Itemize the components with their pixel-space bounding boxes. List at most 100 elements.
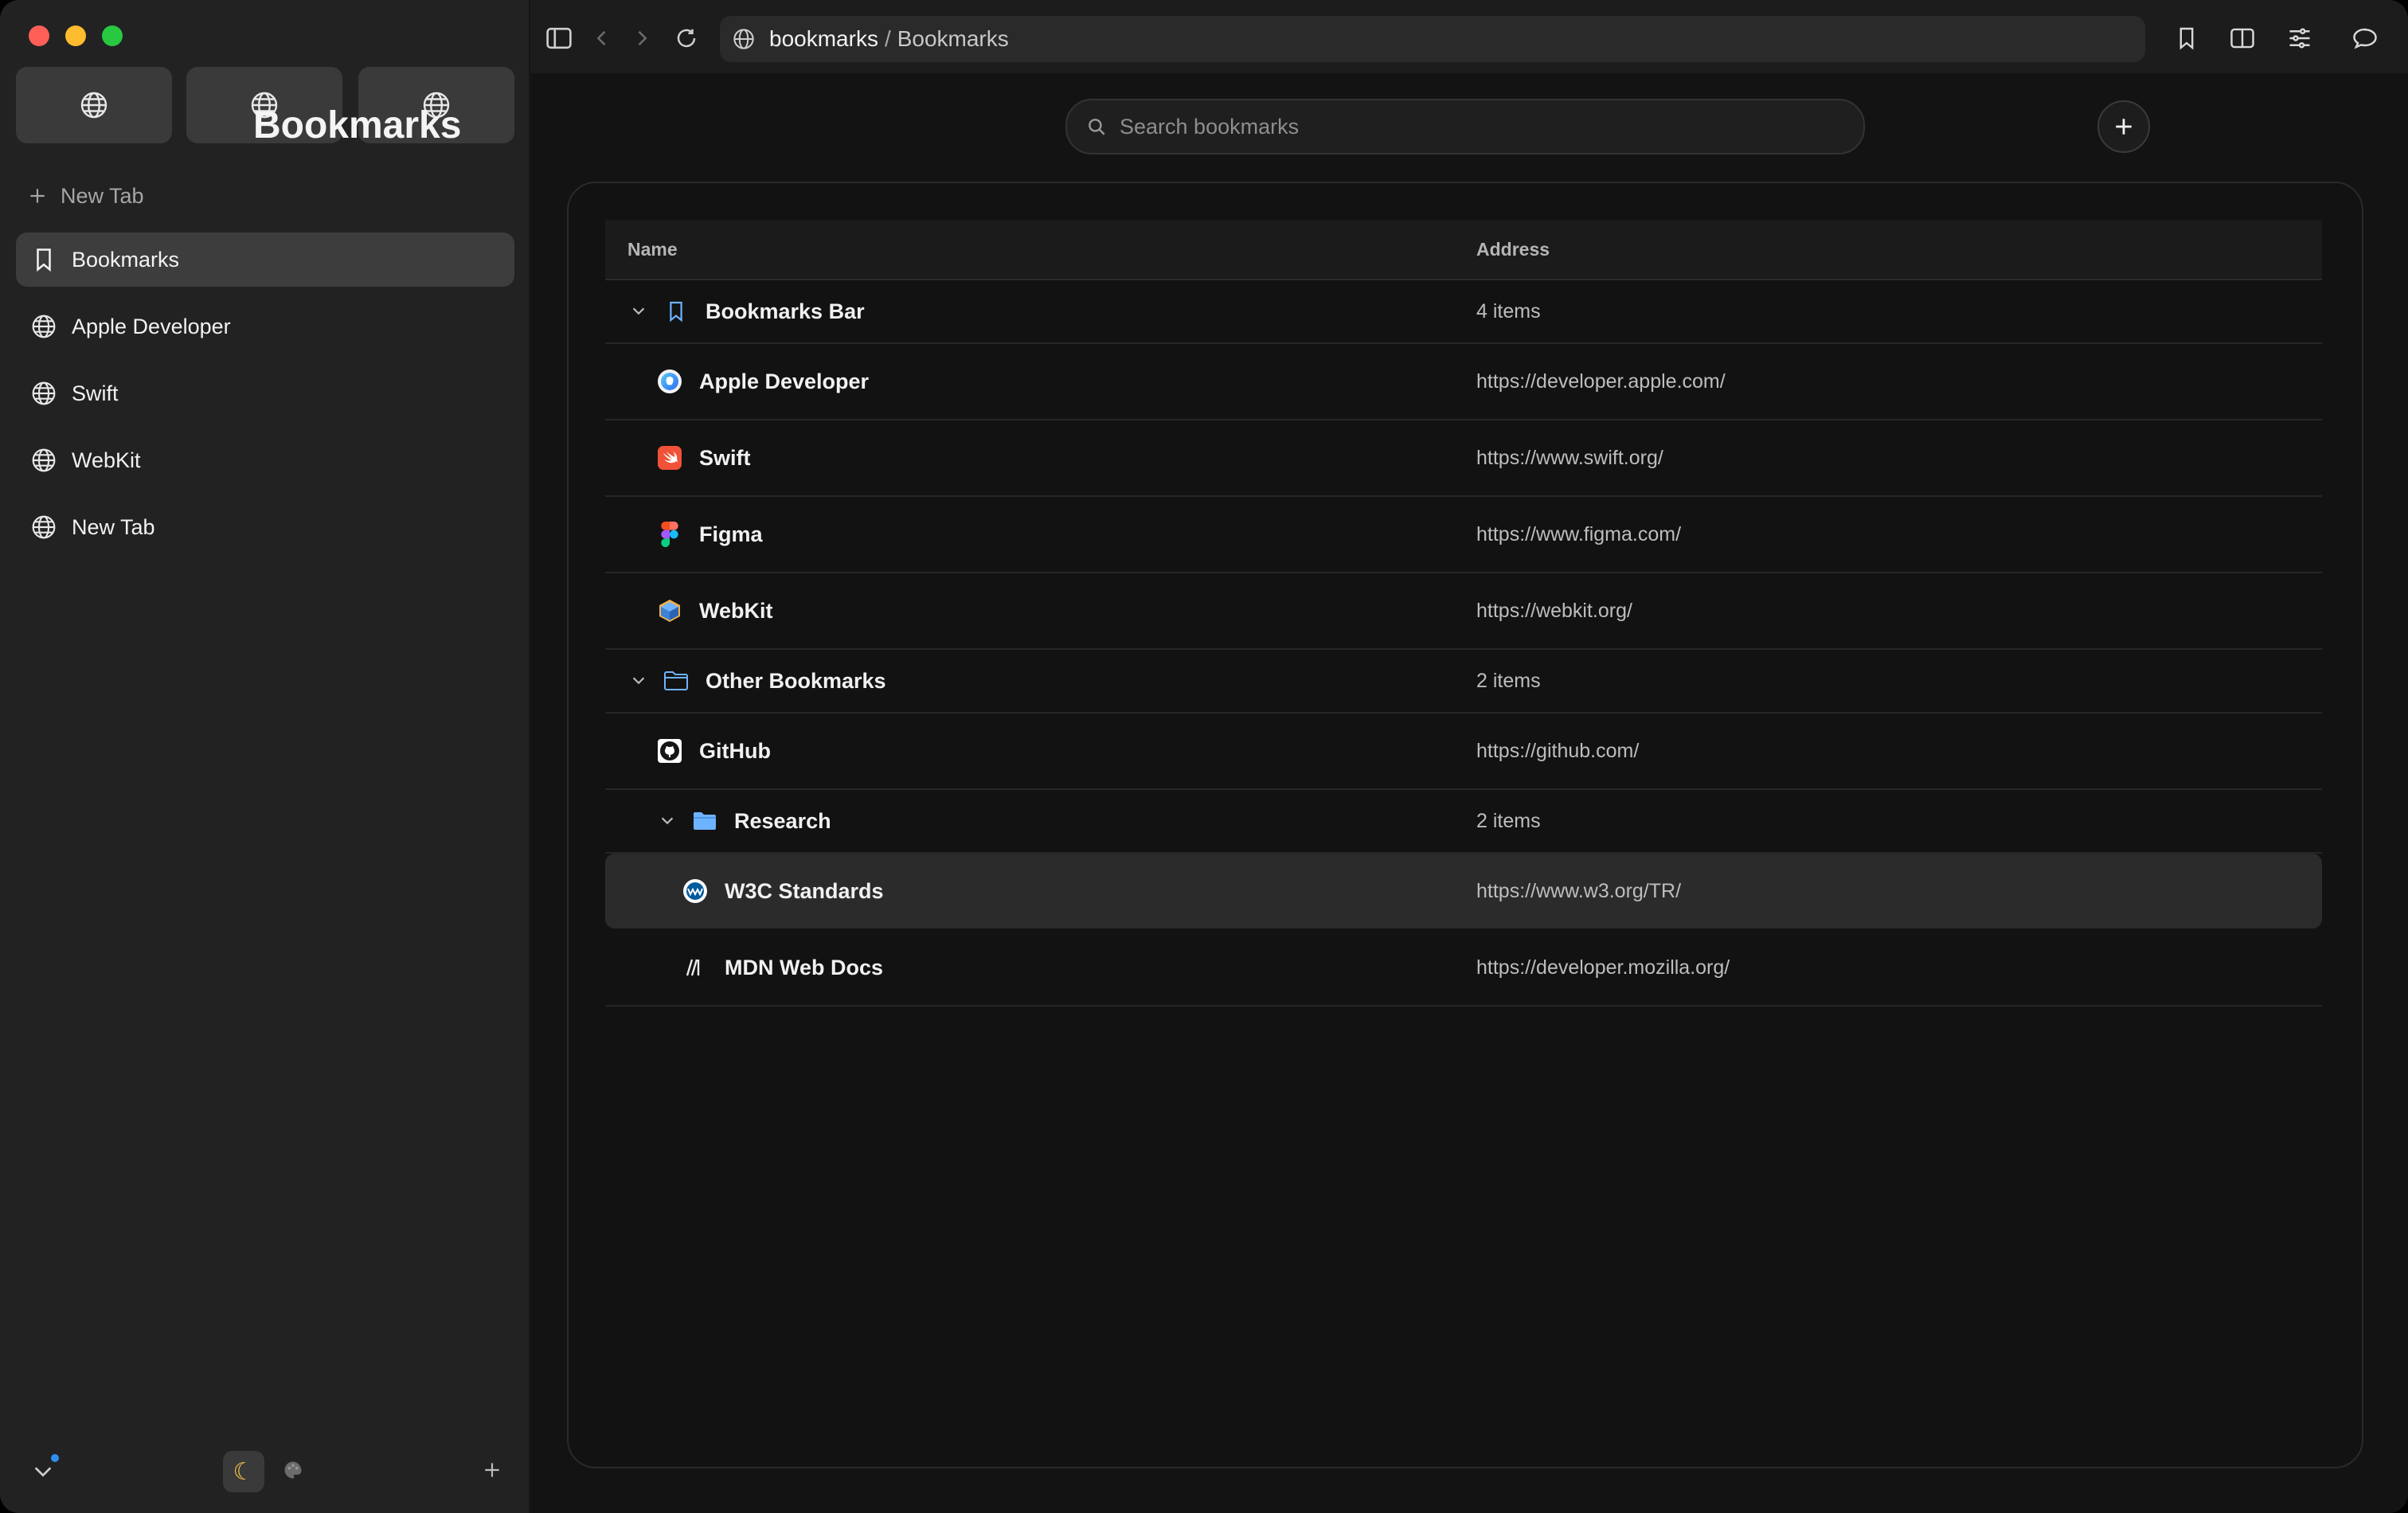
url-path: Bookmarks xyxy=(897,26,1009,51)
globe-icon xyxy=(733,28,755,50)
search-input[interactable] xyxy=(1118,113,1838,140)
split-view-icon xyxy=(2230,28,2254,49)
spaces-menu-button[interactable] xyxy=(27,1454,59,1486)
sidebar-item-label: New Tab xyxy=(72,514,155,539)
chevron-down-icon[interactable] xyxy=(629,302,648,321)
sidebar: New Tab Bookmarks Apple Developer Swift … xyxy=(0,0,529,1513)
globe-icon xyxy=(30,313,57,340)
chevron-down-icon[interactable] xyxy=(658,811,677,831)
search-bookmarks-field[interactable] xyxy=(1065,99,1865,154)
bookmark-name: Other Bookmarks xyxy=(706,668,886,693)
palette-icon xyxy=(284,1461,302,1479)
webkit-icon xyxy=(656,597,683,624)
sliders-icon xyxy=(2289,28,2310,49)
bookmark-address: https://www.figma.com/ xyxy=(1476,522,1682,545)
plus-icon xyxy=(485,1463,499,1477)
palette-button[interactable] xyxy=(277,1454,309,1486)
globe-icon xyxy=(30,447,57,474)
swift-icon xyxy=(656,444,683,471)
chat-bubble-icon xyxy=(2353,28,2377,49)
chevron-down-icon[interactable] xyxy=(629,671,648,690)
bookmark-name: GitHub xyxy=(699,738,771,763)
folder-filled-icon xyxy=(691,807,718,835)
add-bookmark-button[interactable] xyxy=(2097,100,2150,153)
bookmark-row-webkit[interactable]: WebKit https://webkit.org/ xyxy=(605,573,2322,650)
bookmark-address: https://developer.mozilla.org/ xyxy=(1476,956,1730,979)
sidebar-icon xyxy=(546,27,572,49)
bookmark-row-w3c-standards[interactable]: W3C Standards https://www.w3.org/TR/ xyxy=(605,854,2322,929)
page-title: Bookmarks xyxy=(253,104,462,147)
bookmark-name: Figma xyxy=(699,522,763,546)
bookmark-name: Research xyxy=(734,808,831,833)
reload-button[interactable] xyxy=(672,24,701,53)
new-tab-button[interactable]: New Tab xyxy=(27,180,144,212)
zoom-window-button[interactable] xyxy=(102,25,123,46)
url-host: bookmarks xyxy=(769,26,878,51)
bookmark-name: WebKit xyxy=(699,598,773,623)
toolbar: bookmarks / Bookmarks xyxy=(530,0,2408,73)
bookmark-name: Bookmarks Bar xyxy=(706,299,865,323)
bookmark-row-apple-developer[interactable]: Apple Developer https://developer.apple.… xyxy=(605,344,2322,420)
globe-icon xyxy=(80,92,108,119)
folder-row-other-bookmarks[interactable]: Other Bookmarks 2 items xyxy=(605,650,2322,713)
settings-sliders-button[interactable] xyxy=(2285,24,2314,53)
sidebar-item-new-tab[interactable]: New Tab xyxy=(16,500,514,554)
moon-icon: ☾ xyxy=(233,1458,255,1485)
toggle-sidebar-button[interactable] xyxy=(545,24,573,53)
sidebar-item-apple-developer[interactable]: Apple Developer xyxy=(16,299,514,354)
bookmark-address: https://www.swift.org/ xyxy=(1476,446,1663,469)
notification-dot xyxy=(51,1454,59,1462)
sidebar-item-label: Swift xyxy=(72,381,119,405)
minimize-window-button[interactable] xyxy=(65,25,86,46)
search-icon xyxy=(1086,116,1107,137)
sidebar-item-swift[interactable]: Swift xyxy=(16,366,514,420)
figma-icon xyxy=(656,521,683,548)
bookmark-row-swift[interactable]: Swift https://www.swift.org/ xyxy=(605,420,2322,497)
folder-row-bookmarks-bar[interactable]: Bookmarks Bar 4 items xyxy=(605,280,2322,344)
pinned-tab-1[interactable] xyxy=(16,67,172,143)
folder-item-count: 2 items xyxy=(1476,669,1541,692)
close-window-button[interactable] xyxy=(29,25,49,46)
url-separator: / xyxy=(884,26,891,51)
chevron-left-icon xyxy=(596,30,606,46)
split-view-button[interactable] xyxy=(2228,24,2257,53)
sidebar-item-webkit[interactable]: WebKit xyxy=(16,433,514,487)
table-header: Name Address xyxy=(605,220,2322,280)
plus-icon xyxy=(2116,119,2132,135)
w3c-icon xyxy=(682,878,709,905)
bookmark-address: https://developer.apple.com/ xyxy=(1476,369,1726,393)
bookmark-icon xyxy=(30,246,57,273)
bookmark-name: MDN Web Docs xyxy=(725,955,884,979)
bookmark-row-figma[interactable]: Figma https://www.figma.com/ xyxy=(605,497,2322,573)
forward-button[interactable] xyxy=(627,24,656,53)
folder-row-research[interactable]: Research 2 items xyxy=(605,790,2322,854)
globe-icon xyxy=(30,514,57,541)
bookmark-outline-icon xyxy=(663,298,690,325)
address-bar[interactable]: bookmarks / Bookmarks xyxy=(720,16,2145,62)
folder-item-count: 2 items xyxy=(1476,809,1541,832)
bookmark-name: W3C Standards xyxy=(725,878,884,903)
plus-icon xyxy=(30,189,45,203)
apple-developer-icon xyxy=(656,368,683,395)
theme-toggle-button[interactable]: ☾ xyxy=(223,1451,264,1492)
sidebar-item-label: Bookmarks xyxy=(72,247,180,272)
bookmark-page-button[interactable] xyxy=(2172,24,2201,53)
folder-item-count: 4 items xyxy=(1476,299,1541,323)
folder-outline-icon xyxy=(663,667,690,694)
chevron-right-icon xyxy=(638,30,647,46)
bookmark-address: https://webkit.org/ xyxy=(1476,599,1632,622)
sidebar-item-bookmarks[interactable]: Bookmarks xyxy=(16,233,514,287)
bookmark-icon xyxy=(2179,27,2194,50)
bookmark-row-github[interactable]: GitHub https://github.com/ xyxy=(605,713,2322,790)
column-header-address[interactable]: Address xyxy=(1476,239,1550,260)
bookmark-name: Apple Developer xyxy=(699,369,870,393)
chat-button[interactable] xyxy=(2351,24,2379,53)
column-header-name[interactable]: Name xyxy=(627,239,678,260)
globe-icon xyxy=(30,380,57,407)
bookmark-name: Swift xyxy=(699,445,751,470)
add-space-button[interactable] xyxy=(476,1454,508,1486)
back-button[interactable] xyxy=(588,24,616,53)
sidebar-item-label: Apple Developer xyxy=(72,314,231,338)
bookmark-row-mdn-web-docs[interactable]: MDN Web Docs https://developer.mozilla.o… xyxy=(605,930,2322,1007)
new-tab-label: New Tab xyxy=(61,183,144,208)
